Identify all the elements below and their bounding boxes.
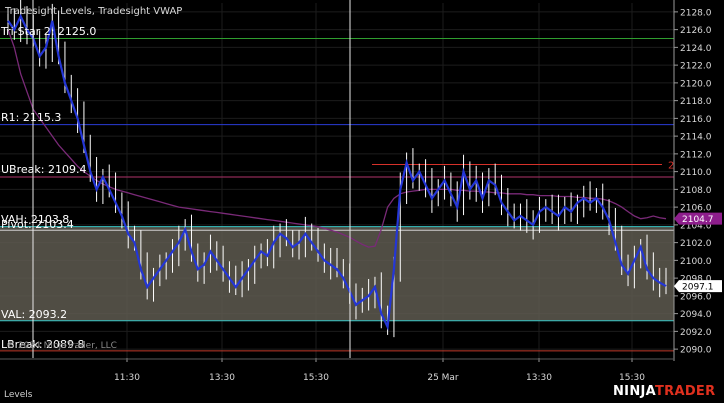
y-tick-label: 2102.0 — [680, 239, 712, 249]
short-level-label: 2 — [668, 161, 674, 172]
y-tick-label: 2108.0 — [680, 186, 712, 196]
x-tick-label: 11:30 — [114, 373, 140, 383]
level-label: VAL: 2093.2 — [1, 308, 67, 321]
y-tick-label: 2126.0 — [680, 26, 712, 36]
y-tick-label: 2120.0 — [680, 79, 712, 89]
y-tick-label: 2110.0 — [680, 168, 712, 178]
x-tick-label: 15:30 — [619, 373, 645, 383]
price-markers: 2104.7 2097.1 — [674, 212, 722, 293]
panel-label: Levels — [4, 390, 33, 400]
chart-window: 2090.0 2092.0 2094.0 2096.0 2098.0 2100.0 2102… — [0, 0, 724, 403]
y-tick-label: 2114.0 — [680, 133, 712, 143]
y-tick-label: 2112.0 — [680, 150, 712, 160]
level-label: R1: 2115.3 — [1, 111, 61, 124]
y-tick-label: 2122.0 — [680, 62, 712, 72]
indicator-title: Tradesight Levels, Tradesight VWAP — [4, 6, 182, 17]
time-axis: 11:30 13:30 15:30 25 Mar 13:30 15:30 — [0, 358, 674, 383]
price-axis: 2090.02092.02094.02096.02098.02100.02102… — [673, 0, 712, 361]
y-tick-label: 2118.0 — [680, 97, 712, 107]
y-tick-label: 2124.0 — [680, 44, 712, 54]
vwap-line — [7, 29, 667, 248]
y-tick-label: 2092.0 — [680, 328, 712, 338]
y-tick-label: 2106.0 — [680, 204, 712, 214]
x-tick-label: 25 Mar — [427, 373, 459, 383]
y-tick-label: 2100.0 — [680, 257, 712, 267]
x-tick-label: 15:30 — [303, 373, 329, 383]
y-tick-label: 2096.0 — [680, 292, 712, 302]
x-tick-label: 13:30 — [209, 373, 235, 383]
y-tick-label: 2128.0 — [680, 8, 712, 18]
y-tick-label: 2094.0 — [680, 310, 712, 320]
price-chart[interactable]: 2090.02092.02094.02096.02098.02100.02102… — [0, 0, 724, 403]
x-tick-label: 13:30 — [526, 373, 552, 383]
vwap-series — [7, 29, 667, 248]
level-label: Pivot: 2103.4 — [1, 218, 74, 231]
ninjatrader-logo: NINJATRADER — [613, 384, 716, 399]
price-marker-label: 2104.7 — [682, 215, 714, 225]
y-tick-label: 2090.0 — [680, 346, 712, 356]
y-tick-label: 2116.0 — [680, 115, 712, 125]
price-marker-label: 2097.1 — [682, 283, 714, 293]
level-label: Tri-Star 2: 2125.0 — [0, 25, 96, 38]
copyright-text: © 2024 NinjaTrader, LLC — [6, 341, 117, 351]
level-label: UBreak: 2109.4 — [1, 163, 86, 176]
